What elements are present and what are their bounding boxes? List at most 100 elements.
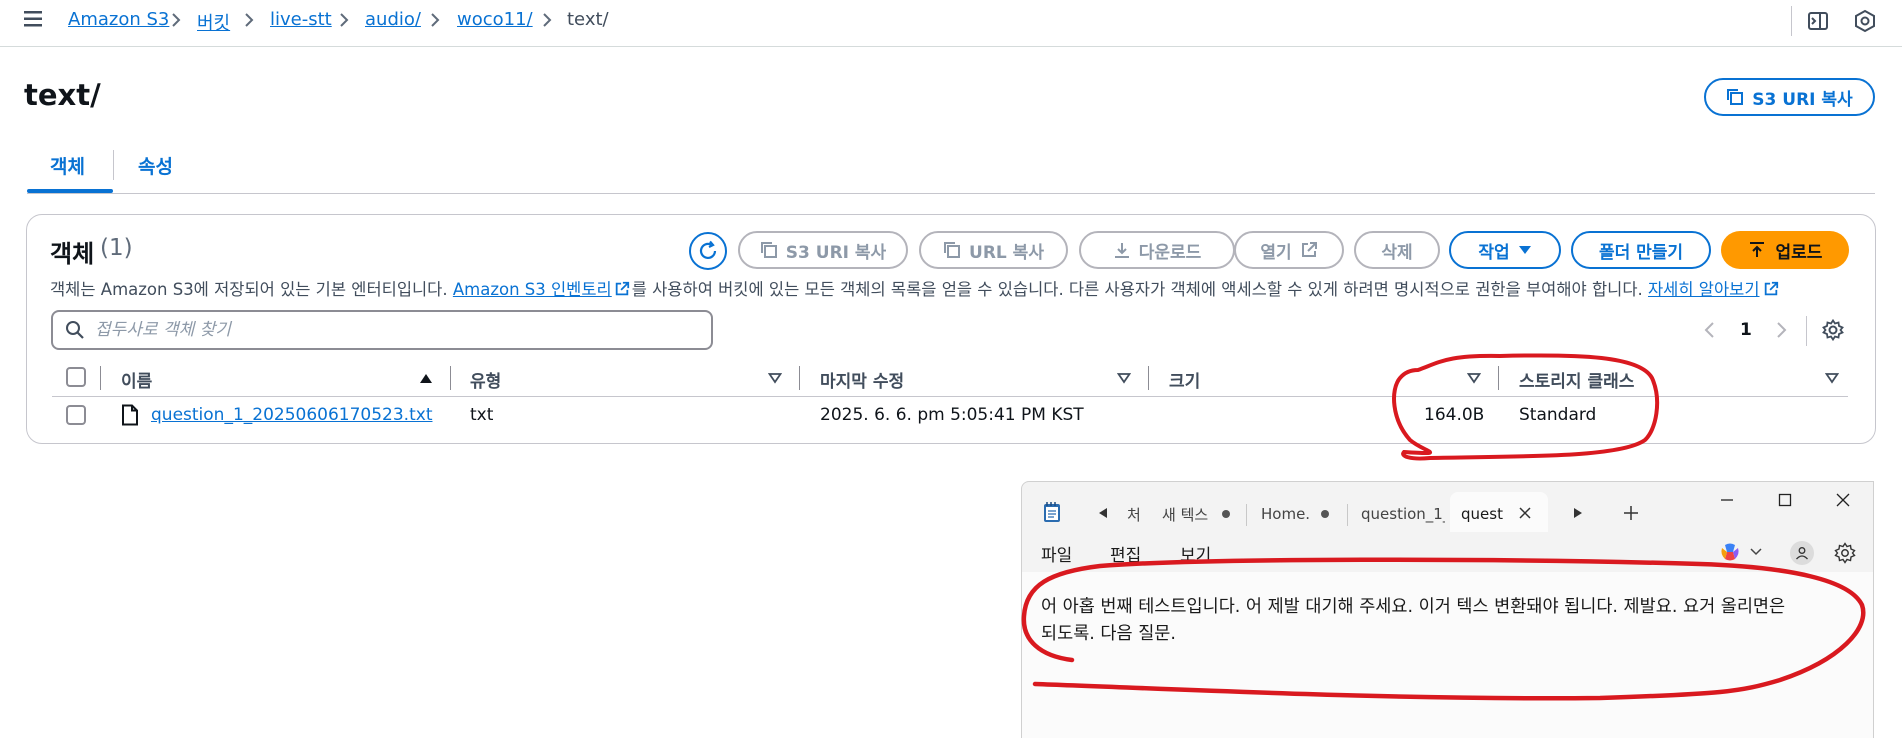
gear-icon[interactable] [1822, 319, 1844, 341]
copy-icon [1727, 89, 1744, 105]
objects-panel-title: 객체 [50, 240, 95, 268]
search-box [51, 310, 713, 350]
notepad-tab-label: quest [1461, 505, 1503, 523]
external-link-icon [1764, 281, 1778, 296]
notepad-menu-view[interactable]: 보기 [1180, 541, 1211, 566]
tab-properties[interactable]: 속성 [138, 152, 173, 179]
sort-icon[interactable] [1117, 372, 1131, 384]
column-divider [799, 366, 800, 390]
column-header-last-modified[interactable]: 마지막 수정 [820, 367, 904, 392]
new-tab-icon[interactable] [1623, 505, 1639, 521]
notepad-content-line: 되도록. 다음 질문. [1041, 624, 1176, 644]
menu-icon[interactable] [22, 8, 44, 30]
breadcrumb-audio[interactable]: audio/ [365, 9, 421, 30]
divider [1806, 316, 1807, 346]
external-link-icon [615, 281, 629, 296]
breadcrumb-bucket-live-stt[interactable]: live-stt [270, 9, 332, 30]
scroll-tabs-left-icon[interactable] [1098, 507, 1108, 519]
create-folder-button[interactable]: 폴더 만들기 [1571, 231, 1711, 269]
copy-url-button[interactable]: URL 복사 [919, 231, 1068, 269]
row-checkbox[interactable] [66, 405, 86, 425]
inventory-link[interactable]: Amazon S3 인벤토리 [453, 280, 612, 299]
split-panel-icon[interactable] [1806, 9, 1830, 33]
chevron-down-icon[interactable] [1750, 547, 1762, 557]
description-text: 객체는 Amazon S3에 저장되어 있는 기본 엔터티입니다. [50, 280, 453, 299]
external-link-icon [1301, 242, 1317, 257]
table-header-divider [52, 396, 1848, 397]
delete-button[interactable]: 삭제 [1354, 231, 1440, 269]
object-storage-class: Standard [1519, 405, 1597, 425]
notepad-tab[interactable]: question_1_2 [1361, 497, 1445, 531]
object-size: 164.0B [1424, 405, 1485, 425]
column-header-size[interactable]: 크기 [1169, 367, 1200, 392]
upload-label: 업로드 [1775, 242, 1823, 263]
notepad-content[interactable]: 어 아홉 번째 테스트입니다. 어 제발 대기해 주세요. 이거 텍스 변환돼야… [1041, 594, 1871, 648]
sort-icon[interactable] [1467, 372, 1481, 384]
objects-count: (1) [100, 235, 133, 261]
caret-down-icon [1518, 246, 1531, 254]
search-input[interactable] [95, 320, 695, 340]
column-header-type[interactable]: 유형 [470, 367, 501, 392]
tab-divider [1347, 504, 1348, 526]
minimize-icon[interactable] [1719, 492, 1735, 508]
download-icon [1114, 243, 1129, 258]
current-page-number[interactable]: 1 [1740, 320, 1752, 340]
upload-button[interactable]: 업로드 [1721, 231, 1849, 269]
close-window-icon[interactable] [1835, 492, 1851, 508]
settings-hexagon-icon[interactable] [1853, 9, 1877, 33]
person-icon [1796, 547, 1808, 560]
upload-icon [1749, 242, 1764, 257]
tab-objects[interactable]: 객체 [50, 152, 85, 179]
notepad-menu-edit[interactable]: 편집 [1110, 541, 1141, 566]
breadcrumb-amazon-s3[interactable]: Amazon S3 [68, 9, 169, 30]
notepad-tab-label: Home. [1261, 505, 1311, 523]
open-button[interactable]: 열기 [1234, 231, 1344, 269]
maximize-icon[interactable] [1777, 492, 1793, 508]
breadcrumb-current: text/ [567, 9, 609, 30]
copy-icon [944, 242, 961, 258]
search-icon [66, 321, 84, 339]
create-folder-label: 폴더 만들기 [1598, 242, 1684, 263]
copilot-icon[interactable] [1719, 542, 1741, 562]
actions-label: 작업 [1478, 242, 1510, 263]
learn-more-link[interactable]: 자세히 알아보기 [1648, 280, 1760, 299]
column-divider [450, 366, 451, 390]
account-avatar[interactable] [1790, 541, 1814, 565]
close-tab-icon[interactable] [1518, 506, 1532, 520]
objects-description: 객체는 Amazon S3에 저장되어 있는 기본 엔터티입니다. Amazon… [50, 276, 1779, 300]
previous-page-icon[interactable] [1703, 321, 1717, 339]
download-button[interactable]: 다운로드 [1079, 231, 1235, 269]
select-all-checkbox[interactable] [66, 367, 86, 387]
breadcrumb-woco11[interactable]: woco11/ [457, 9, 533, 30]
refresh-button[interactable] [689, 232, 727, 270]
copy-s3-uri-header-button[interactable]: S3 URI 복사 [1704, 78, 1875, 116]
copy-s3-uri-label: S3 URI 복사 [1752, 89, 1853, 110]
notepad-app-icon [1044, 502, 1060, 522]
chevron-right-icon [340, 13, 349, 27]
column-header-storage-class[interactable]: 스토리지 클래스 [1519, 367, 1634, 392]
sort-ascending-icon[interactable] [419, 372, 433, 384]
object-last-modified: 2025. 6. 6. pm 5:05:41 PM KST [820, 405, 1084, 425]
sort-icon[interactable] [1825, 372, 1839, 384]
column-header-name[interactable]: 이름 [121, 367, 152, 392]
sort-icon[interactable] [768, 372, 782, 384]
next-page-icon[interactable] [1774, 321, 1788, 339]
notepad-tab-active-label: quest [1461, 497, 1511, 531]
tab-divider [113, 150, 114, 180]
notepad-tab-label: 처 [1127, 505, 1141, 524]
copy-s3-uri-label: S3 URI 복사 [785, 242, 887, 263]
column-divider [1148, 366, 1149, 390]
chevron-right-icon [543, 13, 552, 27]
notepad-tab-label: question_1_2 [1361, 505, 1445, 523]
chevron-right-icon [172, 13, 181, 27]
object-name-link[interactable]: question_1_20250606170523.txt [151, 405, 432, 425]
copy-s3-uri-button[interactable]: S3 URI 복사 [738, 231, 908, 269]
breadcrumb-buckets[interactable]: 버킷 [197, 9, 230, 35]
copy-url-label: URL 복사 [969, 242, 1044, 263]
notepad-tab[interactable]: Home. [1261, 497, 1321, 531]
notepad-tab[interactable]: 처 [1127, 497, 1167, 531]
notepad-menu-file[interactable]: 파일 [1041, 541, 1072, 566]
actions-dropdown-button[interactable]: 작업 [1449, 231, 1561, 269]
scroll-tabs-right-icon[interactable] [1573, 507, 1583, 519]
notepad-settings-icon[interactable] [1834, 542, 1856, 564]
